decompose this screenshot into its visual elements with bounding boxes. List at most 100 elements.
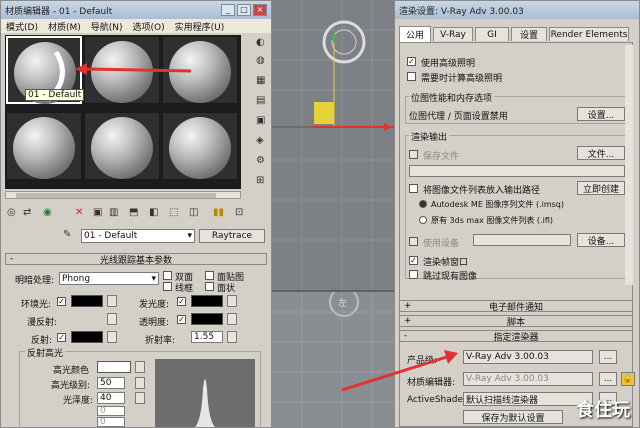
luminosity-checkbox[interactable]: ✓ xyxy=(177,297,186,306)
material-name-value: 01 - Default xyxy=(84,231,138,241)
raytrace-button[interactable]: Raytrace xyxy=(199,229,265,243)
chevron-down-icon[interactable]: ▾ xyxy=(187,231,192,241)
rendered-frame-window-label: 渲染帧窗口 xyxy=(423,258,469,268)
maximize-button[interactable]: □ xyxy=(237,4,251,16)
go-sibling-icon[interactable]: ⊡ xyxy=(235,207,243,218)
spec-level-field[interactable]: 50 xyxy=(97,377,125,389)
face-map-checkbox[interactable] xyxy=(205,271,214,280)
legacy-radio[interactable] xyxy=(419,216,427,224)
bitmap-settings-button[interactable]: 设置... xyxy=(577,107,625,121)
material-editor-window[interactable]: 材质编辑器 - 01 - Default _ □ × 模式(D) 材质(M) 导… xyxy=(0,0,272,428)
put-to-library-icon[interactable]: ⬒ xyxy=(129,207,138,218)
skip-existing-checkbox[interactable] xyxy=(409,270,418,279)
material-id-icon[interactable]: ◧ xyxy=(149,207,158,218)
material-name-field[interactable]: 01 - Default ▾ xyxy=(81,229,195,243)
wire-checkbox[interactable] xyxy=(163,282,172,291)
compute-advanced-lighting-checkbox[interactable] xyxy=(407,72,416,81)
two-sided-checkbox[interactable] xyxy=(163,271,172,280)
transparency-swatch[interactable] xyxy=(191,313,223,325)
material-editor-titlebar[interactable]: 材质编辑器 - 01 - Default _ □ × xyxy=(1,1,271,19)
ambient-map-button[interactable] xyxy=(107,295,117,307)
slot-scroll-thumb[interactable] xyxy=(16,193,216,198)
select-by-material-icon[interactable]: ⊞ xyxy=(256,175,264,186)
spec-color-swatch[interactable] xyxy=(97,361,131,373)
close-button[interactable]: × xyxy=(253,4,267,16)
put-to-scene-icon[interactable]: ⇄ xyxy=(23,207,31,218)
spec-level-map-button[interactable] xyxy=(135,377,145,389)
extra-field-2[interactable]: 0 xyxy=(97,417,125,427)
menu-mode[interactable]: 模式(D) xyxy=(1,20,43,33)
devices-button[interactable]: 设备... xyxy=(577,233,625,247)
glossiness-field[interactable]: 40 xyxy=(97,392,125,404)
extra-field-1[interactable]: 0 xyxy=(97,406,125,416)
viewport-top[interactable] xyxy=(272,0,394,290)
show-map-icon[interactable]: ⬚ xyxy=(169,207,178,218)
backlight-icon[interactable]: ◍ xyxy=(256,55,265,66)
show-end-result-icon[interactable]: ◫ xyxy=(189,207,198,218)
glossiness-map-button[interactable] xyxy=(135,392,145,404)
put-image-list-checkbox[interactable] xyxy=(409,184,418,193)
menu-utilities[interactable]: 实用程序(U) xyxy=(170,20,230,33)
luminosity-swatch[interactable] xyxy=(191,295,223,307)
ior-field[interactable]: 1.55 xyxy=(191,331,223,343)
sample-slot-6[interactable] xyxy=(162,112,238,180)
assign-material-icon[interactable]: ◉ xyxy=(43,207,52,218)
get-material-icon[interactable]: ◎ xyxy=(7,207,16,218)
background-icon[interactable]: ▦ xyxy=(256,75,265,86)
tab-vray[interactable]: V-Ray xyxy=(433,27,473,41)
make-unique-icon[interactable]: ▥ xyxy=(109,207,118,218)
copy-material-icon[interactable]: ▣ xyxy=(93,207,102,218)
uv-tiling-icon[interactable]: ▤ xyxy=(256,95,265,106)
ambient-swatch[interactable] xyxy=(71,295,103,307)
eyedropper-icon[interactable]: ✎ xyxy=(63,229,71,240)
lock-icon[interactable]: 🔒 xyxy=(621,372,635,386)
reflect-swatch[interactable] xyxy=(71,331,103,343)
reset-icon[interactable]: ✕ xyxy=(75,207,83,218)
output-path-field[interactable] xyxy=(409,165,625,177)
rollout-email[interactable]: + 电子邮件通知 xyxy=(399,300,633,313)
tab-gi[interactable]: GI xyxy=(475,27,509,41)
reflect-checkbox[interactable]: ✓ xyxy=(57,333,66,342)
use-device-checkbox[interactable] xyxy=(409,237,418,246)
go-parent-icon[interactable]: ▮▮ xyxy=(213,207,224,218)
rollout-script[interactable]: + 脚本 xyxy=(399,315,633,328)
transparency-checkbox[interactable]: ✓ xyxy=(177,315,186,324)
ior-map-button[interactable] xyxy=(227,331,237,343)
mat-editor-choose-button[interactable]: ... xyxy=(599,372,617,386)
sample-slot-5[interactable] xyxy=(84,112,160,180)
chevron-down-icon[interactable]: ▾ xyxy=(151,274,156,284)
faceted-checkbox[interactable] xyxy=(205,282,214,291)
make-preview-icon[interactable]: ◈ xyxy=(256,135,264,146)
ambient-checkbox[interactable]: ✓ xyxy=(57,297,66,306)
options-icon[interactable]: ⚙ xyxy=(256,155,265,166)
render-setup-titlebar[interactable]: 渲染设置: V-Ray Adv 3.00.03 xyxy=(395,1,639,19)
tab-render-elements[interactable]: Render Elements xyxy=(549,27,629,41)
diffuse-map-button[interactable] xyxy=(107,313,117,325)
save-as-default-button[interactable]: 保存为默认设置 xyxy=(463,410,563,424)
menu-options[interactable]: 选项(O) xyxy=(128,20,170,33)
device-field[interactable] xyxy=(473,234,571,246)
video-check-icon[interactable]: ▣ xyxy=(256,115,265,126)
menu-material[interactable]: 材质(M) xyxy=(43,20,86,33)
tab-common[interactable]: 公用 xyxy=(399,26,431,42)
transparency-map-button[interactable] xyxy=(227,313,237,325)
production-choose-button[interactable]: ... xyxy=(599,350,617,364)
slot-scrollbar[interactable] xyxy=(5,191,241,199)
luminosity-map-button[interactable] xyxy=(227,295,237,307)
files-button[interactable]: 文件... xyxy=(577,146,625,160)
save-file-checkbox[interactable] xyxy=(409,150,418,159)
sample-type-icon[interactable]: ◐ xyxy=(256,37,265,48)
rendered-frame-window-checkbox[interactable]: ✓ xyxy=(409,256,418,265)
sample-slot-4[interactable] xyxy=(6,112,82,180)
menu-navigation[interactable]: 导航(N) xyxy=(86,20,128,33)
use-advanced-lighting-checkbox[interactable]: ✓ xyxy=(407,57,416,66)
shading-select[interactable]: Phong ▾ xyxy=(59,272,159,285)
autodesk-me-radio[interactable] xyxy=(419,200,427,208)
minimize-button[interactable]: _ xyxy=(221,4,235,16)
spec-color-map-button[interactable] xyxy=(135,361,145,373)
rollout-raytrace-basic[interactable]: - 光线跟踪基本参数 xyxy=(5,253,267,266)
reflect-map-button[interactable] xyxy=(107,331,117,343)
tab-settings[interactable]: 设置 xyxy=(511,27,547,41)
panel-scrollbar[interactable] xyxy=(625,45,633,285)
create-now-button[interactable]: 立即创建 xyxy=(577,181,625,195)
